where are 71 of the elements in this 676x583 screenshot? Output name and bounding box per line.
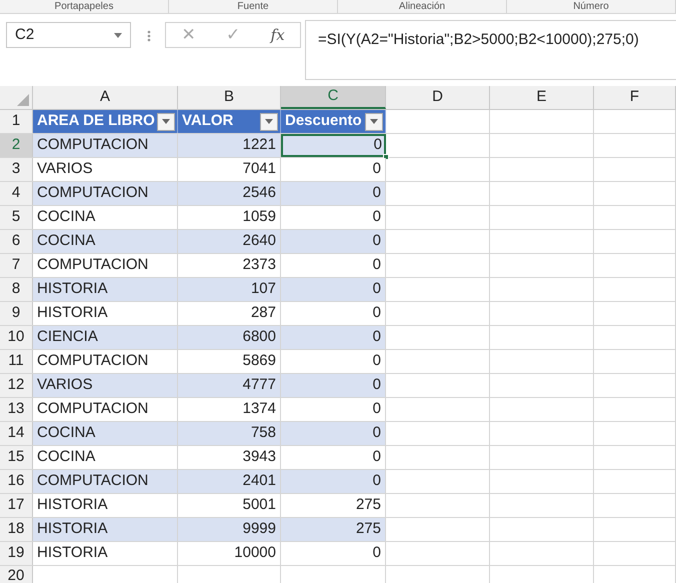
filter-button[interactable] xyxy=(260,112,278,130)
number-cell: 0 xyxy=(281,470,386,493)
text-cell: VARIOS xyxy=(33,374,178,397)
dropdown-arrow-icon xyxy=(162,119,170,124)
ribbon-group-label: Alineación xyxy=(338,0,507,13)
column-header[interactable]: C xyxy=(281,86,386,109)
number-cell: 758 xyxy=(178,422,281,445)
text-cell: COCINA xyxy=(33,230,178,253)
row-header[interactable]: 20 xyxy=(0,566,33,583)
row-header[interactable]: 6 xyxy=(0,230,33,253)
header-label: VALOR xyxy=(182,111,234,132)
dropdown-arrow-icon xyxy=(265,119,273,124)
row-header[interactable]: 8 xyxy=(0,278,33,301)
number-cell: 2546 xyxy=(178,182,281,205)
row-header[interactable]: 15 xyxy=(0,446,33,469)
header-label: AREA DE LIBRO xyxy=(37,111,155,132)
row-header[interactable]: 13 xyxy=(0,398,33,421)
dropdown-arrow-icon xyxy=(370,119,378,124)
number-cell: 2401 xyxy=(178,470,281,493)
text-cell: HISTORIA xyxy=(33,278,178,301)
row-header[interactable]: 14 xyxy=(0,422,33,445)
ribbon-group-label: Fuente xyxy=(169,0,338,13)
column-header[interactable]: A xyxy=(33,86,178,109)
row-header[interactable]: 11 xyxy=(0,350,33,373)
number-cell: 0 xyxy=(281,278,386,301)
row-header[interactable]: 18 xyxy=(0,518,33,541)
number-cell: 0 xyxy=(281,182,386,205)
number-cell: 2640 xyxy=(178,230,281,253)
name-box[interactable]: C2 xyxy=(6,22,131,48)
number-cell: 1221 xyxy=(178,134,281,157)
row-header[interactable]: 2 xyxy=(0,134,33,157)
row-header[interactable]: 4 xyxy=(0,182,33,205)
number-cell: 6800 xyxy=(178,326,281,349)
column-header[interactable]: F xyxy=(594,86,676,109)
number-cell: 0 xyxy=(281,134,386,157)
number-cell: 0 xyxy=(281,230,386,253)
number-cell: 107 xyxy=(178,278,281,301)
number-cell: 0 xyxy=(281,422,386,445)
column-header[interactable]: E xyxy=(490,86,594,109)
number-cell: 9999 xyxy=(178,518,281,541)
ribbon-group-label: Número xyxy=(507,0,676,13)
column-header[interactable]: D xyxy=(386,86,490,109)
number-cell: 0 xyxy=(281,374,386,397)
text-cell: COCINA xyxy=(33,422,178,445)
number-cell: 0 xyxy=(281,326,386,349)
header-label: Descuento xyxy=(285,111,362,132)
formula-field[interactable]: =SI(Y(A2="Historia";B2>5000;B2<10000);275;0) xyxy=(305,20,676,80)
ribbon-group-label: Portapapeles xyxy=(0,0,169,13)
row-header[interactable]: 19 xyxy=(0,542,33,565)
grip-icon xyxy=(147,30,151,42)
text-cell: COMPUTACION xyxy=(33,182,178,205)
number-cell: 275 xyxy=(281,518,386,541)
row-header[interactable]: 12 xyxy=(0,374,33,397)
text-cell: COMPUTACION xyxy=(33,470,178,493)
row-header[interactable]: 7 xyxy=(0,254,33,277)
filter-button[interactable] xyxy=(157,112,175,130)
insert-function-button[interactable]: fx xyxy=(270,24,285,46)
row-header[interactable]: 16 xyxy=(0,470,33,493)
filter-button[interactable] xyxy=(365,112,383,130)
row-header[interactable]: 3 xyxy=(0,158,33,181)
dropdown-arrow-icon xyxy=(114,32,122,38)
row-header[interactable]: 9 xyxy=(0,302,33,325)
number-cell: 4777 xyxy=(178,374,281,397)
text-cell: CIENCIA xyxy=(33,326,178,349)
row-header[interactable]: 1 xyxy=(0,110,33,133)
row-header[interactable]: 17 xyxy=(0,494,33,517)
row-header[interactable]: 5 xyxy=(0,206,33,229)
text-cell: COMPUTACION xyxy=(33,134,178,157)
row-header[interactable]: 10 xyxy=(0,326,33,349)
triangle-icon xyxy=(17,94,29,106)
text-cell: HISTORIA xyxy=(33,518,178,541)
